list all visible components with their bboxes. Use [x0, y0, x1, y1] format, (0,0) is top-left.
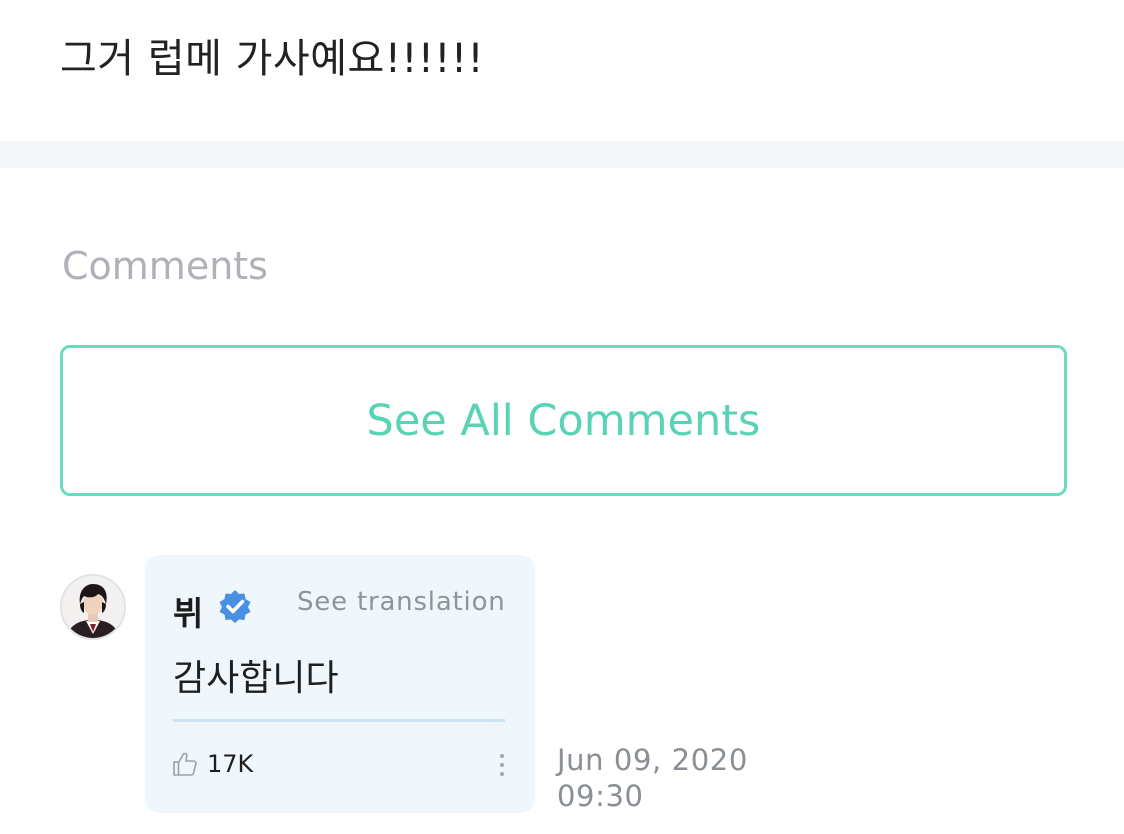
see-translation-link[interactable]: See translation — [297, 587, 506, 617]
comment-timestamp: Jun 09, 2020 09:30 — [557, 742, 748, 814]
avatar-image — [62, 576, 124, 638]
verified-badge-icon — [219, 590, 251, 623]
comment-bubble: 뷔 See translation 감사합니다 17K — [145, 555, 535, 813]
comment-username[interactable]: 뷔 — [173, 587, 203, 635]
post-page: 그거 럽메 가사예요!!!!!! Comments See All Commen… — [0, 0, 1124, 834]
comment-date: Jun 09, 2020 — [557, 743, 748, 777]
avatar[interactable] — [60, 574, 126, 640]
comment-time: 09:30 — [557, 779, 644, 813]
more-vertical-icon[interactable] — [497, 751, 507, 779]
comment-body: 감사합니다 — [173, 658, 339, 699]
thumbs-up-icon[interactable] — [171, 750, 199, 778]
section-divider — [0, 141, 1124, 168]
bubble-divider — [173, 719, 505, 722]
like-count: 17K — [207, 750, 254, 778]
see-all-comments-button[interactable]: See All Comments — [60, 345, 1067, 496]
post-text: 그거 럽메 가사예요!!!!!! — [60, 36, 485, 82]
comments-heading: Comments — [62, 244, 268, 288]
